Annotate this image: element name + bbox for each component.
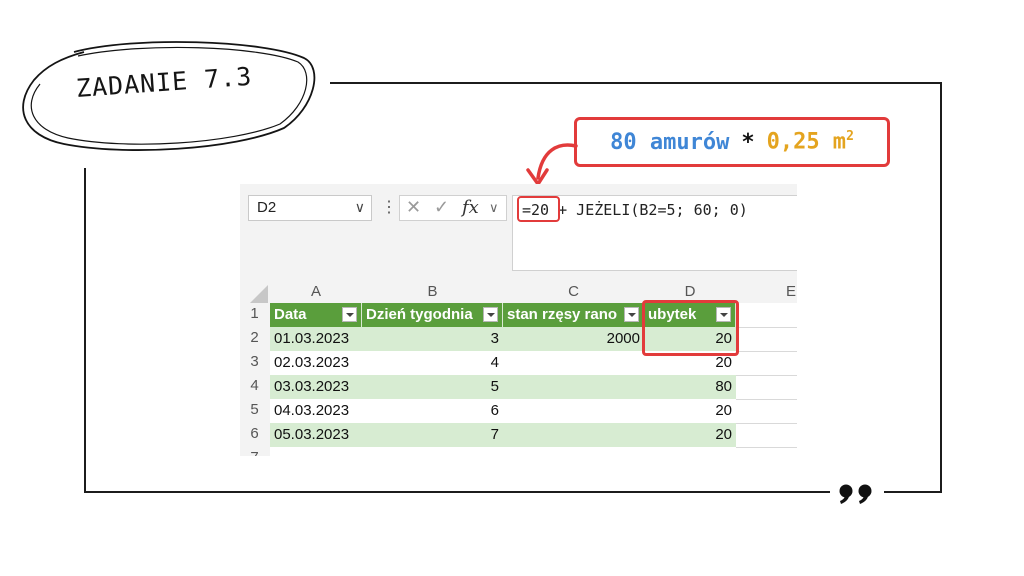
filter-dropdown-icon[interactable] bbox=[624, 307, 639, 322]
column-header[interactable]: B bbox=[362, 281, 503, 303]
table-header-cell[interactable]: Data bbox=[270, 303, 362, 327]
table-cell[interactable] bbox=[503, 351, 644, 375]
table-header-label: Data bbox=[274, 306, 307, 323]
table-cell[interactable]: 5 bbox=[362, 375, 503, 399]
column-d-highlight-box bbox=[642, 300, 739, 356]
formula-rest: + JEŻELI(B2=5; 60; 0) bbox=[549, 201, 748, 219]
formula-buttons: ✕ ✓ fx ∨ bbox=[399, 195, 507, 221]
frame-right-line bbox=[940, 82, 942, 493]
fx-button[interactable]: fx bbox=[462, 197, 479, 218]
frame-bottom-line-right bbox=[884, 491, 942, 493]
filter-dropdown-icon[interactable] bbox=[342, 307, 357, 322]
gridline bbox=[736, 399, 797, 400]
callout-operator: * bbox=[741, 129, 755, 155]
column-header[interactable]: E bbox=[736, 281, 797, 303]
more-options-icon[interactable]: ⋮ bbox=[381, 197, 397, 217]
filter-dropdown-icon[interactable] bbox=[483, 307, 498, 322]
table-cell[interactable] bbox=[503, 375, 644, 399]
row-header[interactable]: 7 bbox=[240, 449, 269, 456]
gridline bbox=[736, 375, 797, 376]
table-cell[interactable]: 2000 bbox=[503, 327, 644, 351]
table-cell[interactable]: 05.03.2023 bbox=[270, 423, 362, 447]
row-header[interactable]: 4 bbox=[240, 377, 269, 394]
row-header[interactable]: 2 bbox=[240, 329, 269, 346]
quote-icon bbox=[839, 484, 872, 504]
table-header-label: Dzień tygodnia bbox=[366, 306, 473, 323]
table-header-cell[interactable]: Dzień tygodnia bbox=[362, 303, 503, 327]
callout-part2: 0,25 m bbox=[766, 129, 847, 155]
callout-exponent: 2 bbox=[846, 129, 854, 145]
row-header[interactable]: 1 bbox=[240, 305, 269, 322]
frame-bottom-line-left bbox=[84, 491, 830, 493]
formula-highlight-box bbox=[517, 196, 560, 222]
gridline bbox=[736, 327, 797, 328]
select-all-corner[interactable] bbox=[248, 285, 268, 303]
frame-left-line bbox=[84, 168, 86, 493]
check-icon[interactable]: ✓ bbox=[434, 197, 449, 218]
table-cell[interactable]: 02.03.2023 bbox=[270, 351, 362, 375]
row-header[interactable]: 5 bbox=[240, 401, 269, 418]
table-header-label: stan rzęsy rano bbox=[507, 306, 618, 323]
table-cell[interactable]: 04.03.2023 bbox=[270, 399, 362, 423]
frame-top-line bbox=[330, 82, 942, 84]
column-header[interactable]: A bbox=[270, 281, 362, 303]
gridline bbox=[736, 351, 797, 352]
table-cell[interactable]: 80 bbox=[644, 375, 736, 399]
row-header[interactable]: 3 bbox=[240, 353, 269, 370]
table-cell[interactable]: 01.03.2023 bbox=[270, 327, 362, 351]
callout-part2-wrap: 0,25 m2 bbox=[767, 129, 854, 154]
gridline bbox=[736, 447, 797, 448]
chevron-down-icon[interactable]: ∨ bbox=[355, 199, 365, 216]
table-cell[interactable]: 20 bbox=[644, 423, 736, 447]
table-header-cell[interactable]: stan rzęsy rano bbox=[503, 303, 644, 327]
table-cell[interactable]: 3 bbox=[362, 327, 503, 351]
callout-part1: 80 amurów bbox=[610, 129, 730, 155]
table-cell[interactable]: 7 bbox=[362, 423, 503, 447]
cancel-icon[interactable]: ✕ bbox=[406, 197, 421, 218]
title-badge bbox=[22, 41, 316, 151]
gridline bbox=[736, 423, 797, 424]
table-cell[interactable]: 4 bbox=[362, 351, 503, 375]
table-cell[interactable] bbox=[503, 423, 644, 447]
column-header[interactable]: C bbox=[503, 281, 644, 303]
name-box[interactable]: D2 ∨ bbox=[248, 195, 372, 221]
chevron-down-icon[interactable]: ∨ bbox=[489, 200, 499, 216]
callout-box: 80 amurów * 0,25 m2 bbox=[574, 117, 890, 167]
table-cell[interactable] bbox=[503, 399, 644, 423]
name-box-value: D2 bbox=[257, 199, 277, 216]
row-header[interactable]: 6 bbox=[240, 425, 269, 442]
table-cell[interactable]: 20 bbox=[644, 399, 736, 423]
table-cell[interactable]: 03.03.2023 bbox=[270, 375, 362, 399]
table-cell[interactable]: 6 bbox=[362, 399, 503, 423]
